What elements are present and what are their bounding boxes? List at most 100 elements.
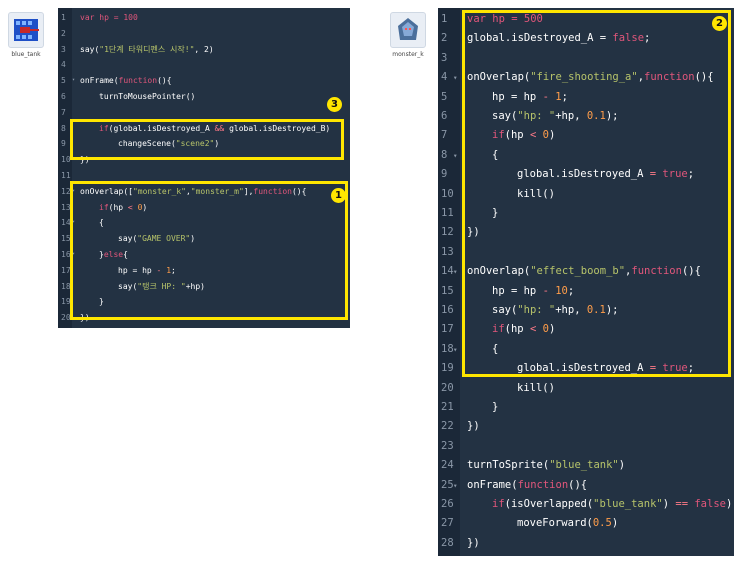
code-token: ): [611, 517, 619, 530]
code-token: }): [467, 420, 480, 433]
code-editor-blue-tank[interactable]: 1 var hp = 100 2 3 say("1단계 타워디펜스 시작!", 2) 4 5…: [58, 8, 350, 328]
line-number: 23: [441, 439, 454, 452]
code-text: say("1단계 타워디펜스 시작!", 2): [80, 42, 214, 58]
code-token: false: [694, 498, 726, 510]
code-text: if(isOverlapped("blue_tank") == false): [492, 495, 732, 514]
line-number: 3: [441, 51, 448, 64]
fold-arrow-icon[interactable]: ▾: [453, 262, 458, 281]
line-number: 3: [61, 44, 66, 54]
code-text: onFrame(function(){: [467, 476, 587, 495]
line-number: 5: [61, 76, 66, 86]
code-token: turnToMousePointer(): [99, 92, 196, 101]
line-number: 15: [441, 284, 454, 297]
fold-arrow-icon[interactable]: ▾: [453, 68, 458, 87]
line-number: 9: [441, 168, 448, 181]
line-number: 20: [441, 381, 454, 394]
code-token: "1단계 타워디펜스 시작!": [99, 44, 195, 54]
code-text: }): [467, 534, 480, 553]
line-number: 11: [441, 207, 454, 219]
line-number: 22: [441, 420, 454, 433]
line-number: 24: [441, 459, 454, 472]
code-token: onFrame(: [467, 478, 518, 491]
blue-tank-icon: [8, 12, 44, 48]
code-token: turnToSprite(: [467, 459, 550, 472]
line-number: 6: [61, 92, 66, 101]
line-number: 25: [441, 478, 454, 491]
code-text: moveForward(0.5): [517, 514, 618, 533]
code-line[interactable]: 5 ▾ onFrame(function(){: [58, 73, 350, 89]
line-number: 2: [61, 28, 66, 38]
line-number: 10: [441, 187, 454, 200]
line-number: 13: [441, 245, 454, 258]
highlight-badge-3: 3: [327, 97, 342, 112]
code-text: kill(): [517, 379, 555, 398]
line-number: 6: [441, 110, 448, 122]
code-token: , 2): [194, 44, 214, 54]
highlight-box-3: [70, 119, 344, 160]
line-number: 5: [441, 90, 448, 103]
code-line[interactable]: 6 turnToMousePointer(): [58, 89, 350, 105]
line-number: 4: [441, 71, 448, 84]
code-line[interactable]: 28}): [438, 534, 734, 553]
code-token: "blue_tank": [593, 498, 663, 510]
line-number: 7: [61, 107, 66, 117]
line-number: 7: [441, 129, 448, 142]
code-line[interactable]: 25 ▾ onFrame(function(){: [438, 476, 734, 495]
line-number: 28: [441, 536, 454, 549]
code-token: kill(): [517, 381, 555, 394]
fold-arrow-icon[interactable]: ▾: [453, 476, 458, 495]
code-text: var hp = 100: [80, 10, 138, 26]
code-text: }: [492, 398, 498, 417]
line-number: 14: [441, 265, 454, 278]
line-number: 21: [441, 401, 454, 413]
code-token: ): [618, 459, 626, 472]
line-number: 27: [441, 517, 454, 530]
code-token: (){: [568, 478, 588, 491]
code-token: function: [118, 76, 158, 86]
code-line[interactable]: 23: [438, 437, 734, 456]
code-token: say(: [80, 44, 100, 54]
fold-arrow-icon[interactable]: ▾: [72, 73, 75, 89]
code-token: ): [662, 498, 676, 510]
code-line[interactable]: 27 moveForward(0.5): [438, 514, 734, 533]
code-editor-monster-k[interactable]: 1 var hp = 500 2 global.isDestroyed_A = fal…: [438, 8, 734, 556]
sprite-name: monster_k: [392, 51, 424, 58]
line-number: 2: [441, 32, 448, 45]
code-line[interactable]: 2: [58, 26, 350, 42]
code-token: 0.5: [592, 517, 612, 530]
code-line[interactable]: 24 turnToSprite("blue_tank"): [438, 456, 734, 475]
code-text: onFrame(function(){: [80, 73, 172, 89]
code-line[interactable]: 22}): [438, 417, 734, 436]
highlight-badge-1: 1: [331, 188, 346, 203]
code-token: ==: [675, 498, 689, 510]
code-token: }): [467, 536, 480, 549]
line-number: 4: [61, 60, 66, 70]
code-token: onFrame(: [80, 76, 119, 86]
line-number: 18: [441, 342, 454, 355]
code-line[interactable]: 1 var hp = 100: [58, 10, 350, 26]
sprite-monster-k[interactable]: monster_k: [389, 12, 427, 58]
code-token: (){: [157, 76, 172, 86]
code-token: "blue_tank": [549, 459, 619, 472]
line-number: 17: [441, 323, 454, 336]
line-number: 8: [441, 148, 448, 161]
code-line[interactable]: 21}: [438, 398, 734, 417]
line-number: 1: [61, 13, 66, 22]
line-number: 26: [441, 498, 454, 510]
code-token: (isOverlapped(: [504, 498, 594, 510]
code-line[interactable]: 4: [58, 57, 350, 73]
sprite-blue-tank[interactable]: blue_tank: [7, 12, 45, 58]
fold-arrow-icon[interactable]: ▾: [453, 340, 458, 359]
code-token: function: [517, 478, 569, 491]
line-number: 1: [441, 13, 448, 25]
code-line[interactable]: 20 kill(): [438, 379, 734, 398]
fold-arrow-icon[interactable]: ▾: [453, 146, 458, 165]
monster-k-icon: [390, 12, 426, 48]
sprite-name: blue_tank: [11, 51, 41, 58]
code-token: ): [725, 498, 733, 510]
code-line[interactable]: 3 say("1단계 타워디펜스 시작!", 2): [58, 42, 350, 58]
line-number: 16: [441, 304, 454, 316]
line-number: 19: [441, 362, 454, 375]
code-line[interactable]: 26 if(isOverlapped("blue_tank") == false): [438, 495, 734, 514]
code-token: }: [492, 401, 499, 413]
